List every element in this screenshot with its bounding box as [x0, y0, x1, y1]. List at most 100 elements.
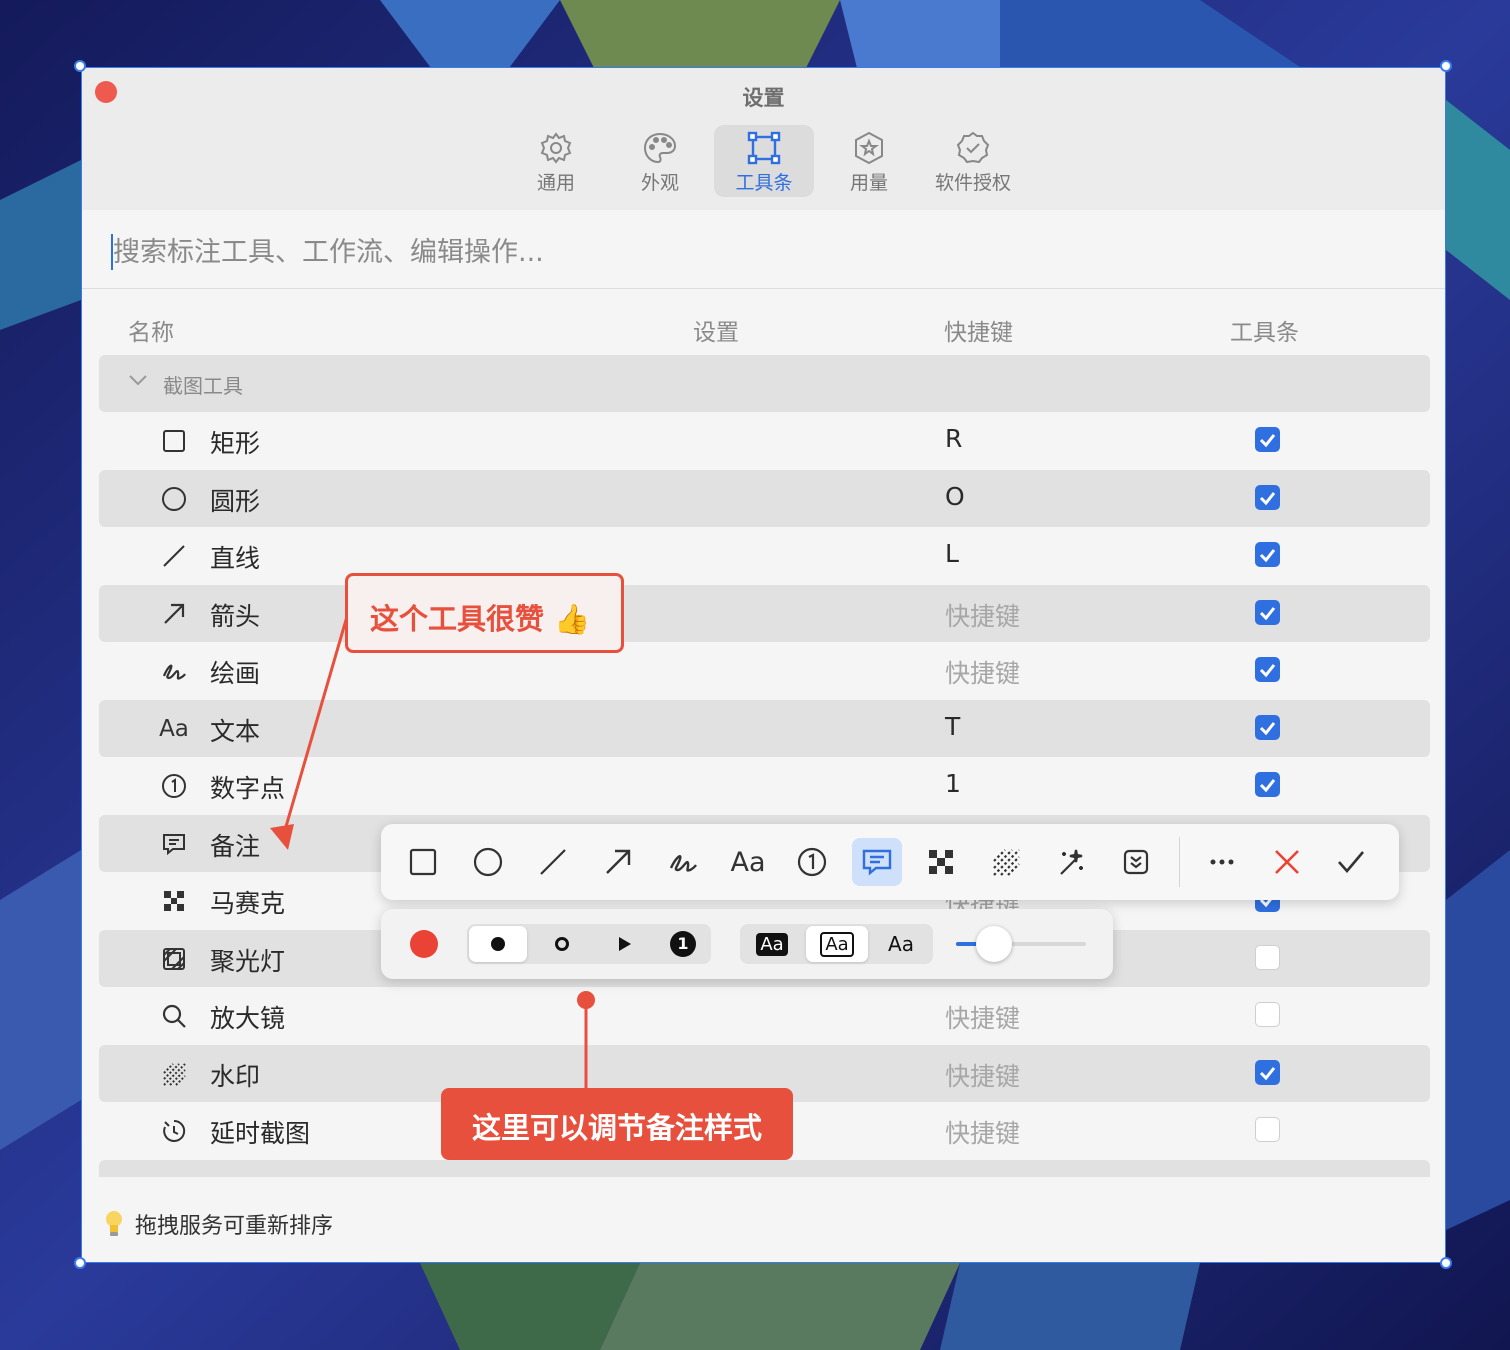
- toolbar-checkbox[interactable]: [1255, 600, 1280, 625]
- row-shortcut[interactable]: 快捷键: [945, 654, 1020, 690]
- annotation-callout-bottom: 这里可以调节备注样式: [441, 1088, 793, 1160]
- tool-number[interactable]: [788, 838, 836, 886]
- row-shortcut[interactable]: 1: [945, 769, 961, 798]
- list-item[interactable]: 矩形 R: [99, 412, 1430, 469]
- toolbar-checkbox[interactable]: [1255, 1002, 1280, 1027]
- text-filled-icon: Aa: [756, 932, 788, 956]
- tab-appearance[interactable]: 外观: [610, 125, 710, 197]
- tool-scribble[interactable]: [659, 838, 707, 886]
- tab-license[interactable]: 软件授权: [923, 125, 1023, 197]
- text-style-filled[interactable]: Aa: [742, 926, 802, 962]
- tool-text[interactable]: Aa: [724, 838, 772, 886]
- cancel-button[interactable]: [1263, 838, 1311, 886]
- tool-line[interactable]: [529, 838, 577, 886]
- resize-handle-bottom-right[interactable]: [1440, 1257, 1452, 1269]
- tool-rectangle[interactable]: [399, 838, 447, 886]
- magic-wand-icon: [1060, 849, 1083, 875]
- circle-icon: [473, 847, 503, 877]
- style-triangle[interactable]: [595, 926, 653, 962]
- footer-hint: 拖拽服务可重新排序: [135, 1214, 334, 1239]
- list-item[interactable]: 直线 L: [99, 527, 1430, 584]
- tool-comment[interactable]: [852, 838, 902, 886]
- list-item[interactable]: 箭头 快捷键: [99, 585, 1430, 642]
- confirm-icon: [1338, 851, 1364, 873]
- list-item[interactable]: 圆形 O: [99, 470, 1430, 527]
- size-slider-knob[interactable]: [976, 926, 1012, 962]
- text-plain-icon: Aa: [888, 932, 914, 956]
- line-icon: [540, 849, 566, 875]
- text-icon-glyph: Aa: [159, 716, 189, 742]
- column-header-settings: 设置: [693, 320, 739, 346]
- list-item-partial[interactable]: [99, 1160, 1430, 1177]
- group-header-screenshot-tools[interactable]: 截图工具: [99, 355, 1430, 412]
- marker-style-segment: 1: [467, 924, 711, 964]
- toolbar-checkbox[interactable]: [1255, 657, 1280, 682]
- text-style-plain[interactable]: Aa: [871, 926, 931, 962]
- resize-handle-bottom-left[interactable]: [74, 1257, 86, 1269]
- toolbar-checkbox[interactable]: [1255, 772, 1280, 797]
- search-placeholder: 搜索标注工具、工作流、编辑操作...: [113, 237, 544, 268]
- row-shortcut[interactable]: 快捷键: [945, 1057, 1020, 1093]
- resize-handle-top-left[interactable]: [74, 60, 86, 72]
- row-shortcut[interactable]: T: [945, 712, 960, 741]
- toolbar-checkbox[interactable]: [1255, 542, 1280, 567]
- style-filled-dot[interactable]: [469, 926, 527, 962]
- toolbar-checkbox[interactable]: [1255, 1117, 1280, 1142]
- toolbar-checkbox[interactable]: [1255, 1060, 1280, 1085]
- toolbar-checkbox[interactable]: [1255, 485, 1280, 510]
- tool-mosaic[interactable]: [917, 838, 965, 886]
- row-shortcut[interactable]: 快捷键: [945, 999, 1020, 1035]
- annotation-callout-top: 这个工具很赞 👍: [345, 573, 624, 653]
- list-item[interactable]: 放大镜 快捷键: [99, 987, 1430, 1044]
- tab-label: 工具条: [735, 172, 793, 194]
- comment-icon: [159, 829, 189, 859]
- toolbar-checkbox[interactable]: [1255, 427, 1280, 452]
- row-shortcut[interactable]: 快捷键: [945, 1114, 1020, 1150]
- row-name: 备注: [210, 832, 261, 861]
- tab-label: 软件授权: [934, 172, 1011, 194]
- confirm-button[interactable]: [1327, 838, 1375, 886]
- list-item[interactable]: 绘画 快捷键: [99, 642, 1430, 699]
- style-hollow-dot[interactable]: [533, 926, 591, 962]
- tool-list: 截图工具 矩形 R 圆形 O 直线 L 箭头 快捷键 绘画 快捷键 Aa 文本 …: [99, 355, 1430, 1177]
- filled-dot-icon: [491, 937, 505, 951]
- tool-circle[interactable]: [464, 838, 512, 886]
- rectangle-icon: [409, 848, 437, 876]
- floating-annotation-toolbar: Aa: [381, 824, 1399, 900]
- color-picker-swatch[interactable]: [410, 930, 438, 958]
- row-shortcut[interactable]: L: [945, 539, 959, 568]
- resize-handle-top-right[interactable]: [1440, 60, 1452, 72]
- tool-watermark[interactable]: [982, 838, 1030, 886]
- watermark-icon: [159, 1059, 189, 1089]
- text-style-outlined[interactable]: Aa: [806, 926, 868, 962]
- number-badge-icon: 1: [670, 931, 696, 957]
- list-item[interactable]: Aa 文本 T: [99, 700, 1430, 757]
- scribble-icon: [159, 656, 189, 686]
- toolbar-checkbox[interactable]: [1255, 715, 1280, 740]
- row-name: 延时截图: [210, 1119, 311, 1148]
- tool-arrow[interactable]: [594, 838, 642, 886]
- row-shortcut[interactable]: R: [945, 424, 962, 453]
- settings-tabs: 通用 外观 工具条 用量 软件授权: [82, 125, 1445, 197]
- toolbar-divider: [1179, 837, 1180, 887]
- lightbulb-icon: [106, 1211, 122, 1236]
- column-header-shortcut: 快捷键: [944, 320, 1013, 346]
- timer-icon: [159, 1116, 189, 1146]
- tool-magic-wand[interactable]: [1047, 838, 1095, 886]
- toolbar-checkbox[interactable]: [1255, 945, 1280, 970]
- tool-save[interactable]: [1112, 838, 1160, 886]
- row-name: 矩形: [210, 429, 261, 458]
- row-shortcut[interactable]: O: [945, 482, 965, 511]
- row-name: 数字点: [210, 774, 286, 803]
- tab-usage[interactable]: 用量: [819, 125, 919, 197]
- size-slider-track[interactable]: [956, 926, 1086, 962]
- row-shortcut[interactable]: 快捷键: [945, 597, 1020, 633]
- list-item[interactable]: 数字点 1: [99, 757, 1430, 814]
- row-name: 绘画: [210, 659, 261, 688]
- tab-toolbar[interactable]: 工具条: [714, 125, 814, 197]
- more-button[interactable]: [1198, 838, 1246, 886]
- style-number-badge[interactable]: 1: [657, 926, 709, 962]
- tab-general[interactable]: 通用: [506, 125, 606, 197]
- arrow-icon: [606, 849, 631, 874]
- scribble-icon: [669, 854, 697, 872]
